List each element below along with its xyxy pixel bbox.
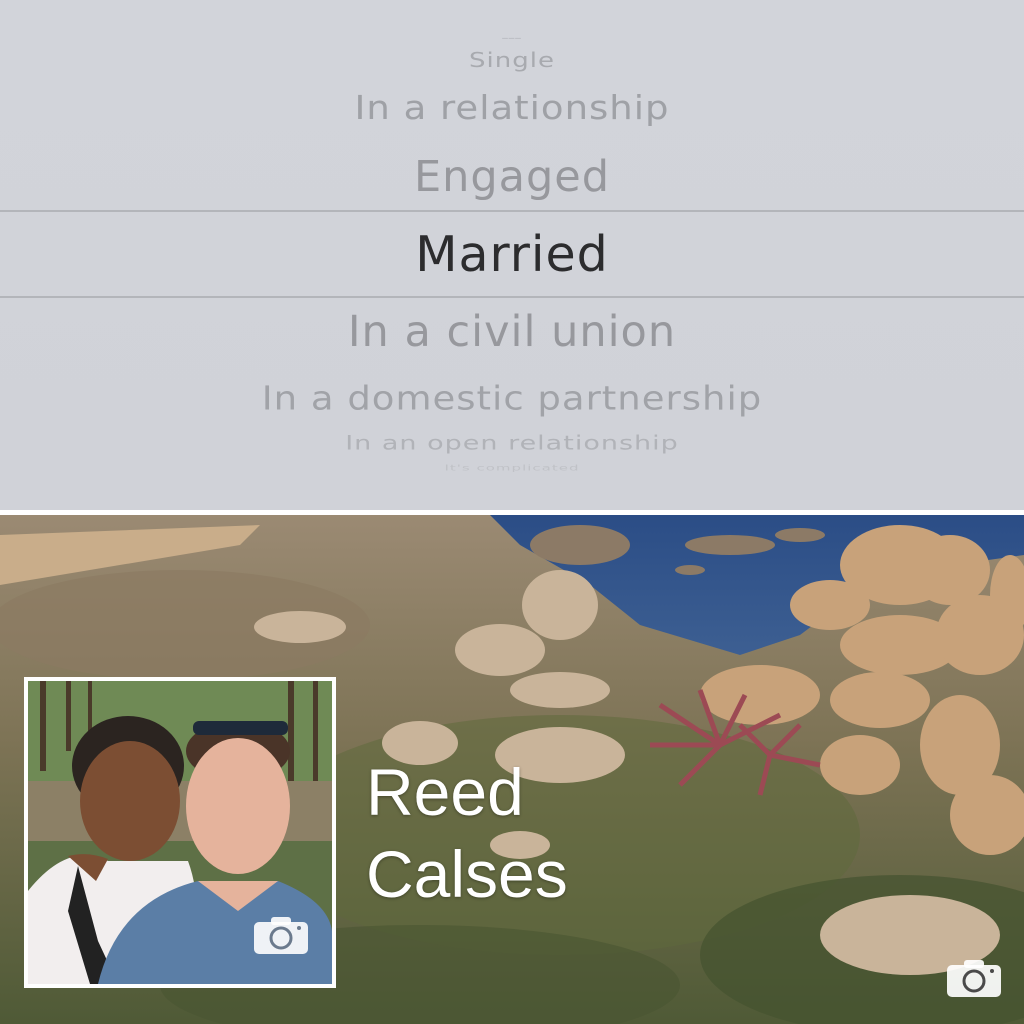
picker-option-in-a-civil-union[interactable]: In a civil union	[0, 307, 1024, 357]
picker-option-in-a-domestic-partnership[interactable]: In a domestic partnership	[0, 380, 1024, 418]
picker-selection-bottom-line	[0, 296, 1024, 298]
picker-option-engaged[interactable]: Engaged	[0, 152, 1024, 202]
picker-option-faded-top: ‾‾‾	[502, 36, 522, 49]
profile-name[interactable]: Reed Calses	[366, 751, 686, 915]
picker-option-married-selected[interactable]: Married	[0, 226, 1024, 283]
picker-option-in-an-open-relationship[interactable]: In an open relationship	[0, 432, 1024, 454]
picker-selection-top-line	[0, 210, 1024, 212]
camera-icon[interactable]	[253, 915, 309, 955]
camera-icon[interactable]	[946, 958, 1002, 998]
relationship-status-picker[interactable]: ‾‾‾ Single In a relationship Engaged Mar…	[0, 0, 1024, 510]
profile-first-name: Reed	[366, 755, 524, 829]
profile-last-name: Calses	[366, 837, 568, 911]
picker-option-single[interactable]: Single	[0, 49, 1024, 72]
cover-photo[interactable]: Reed Calses	[0, 515, 1024, 1024]
picker-option-its-complicated[interactable]: It's complicated	[0, 464, 1024, 473]
picker-option-in-a-relationship[interactable]: In a relationship	[0, 88, 1024, 127]
